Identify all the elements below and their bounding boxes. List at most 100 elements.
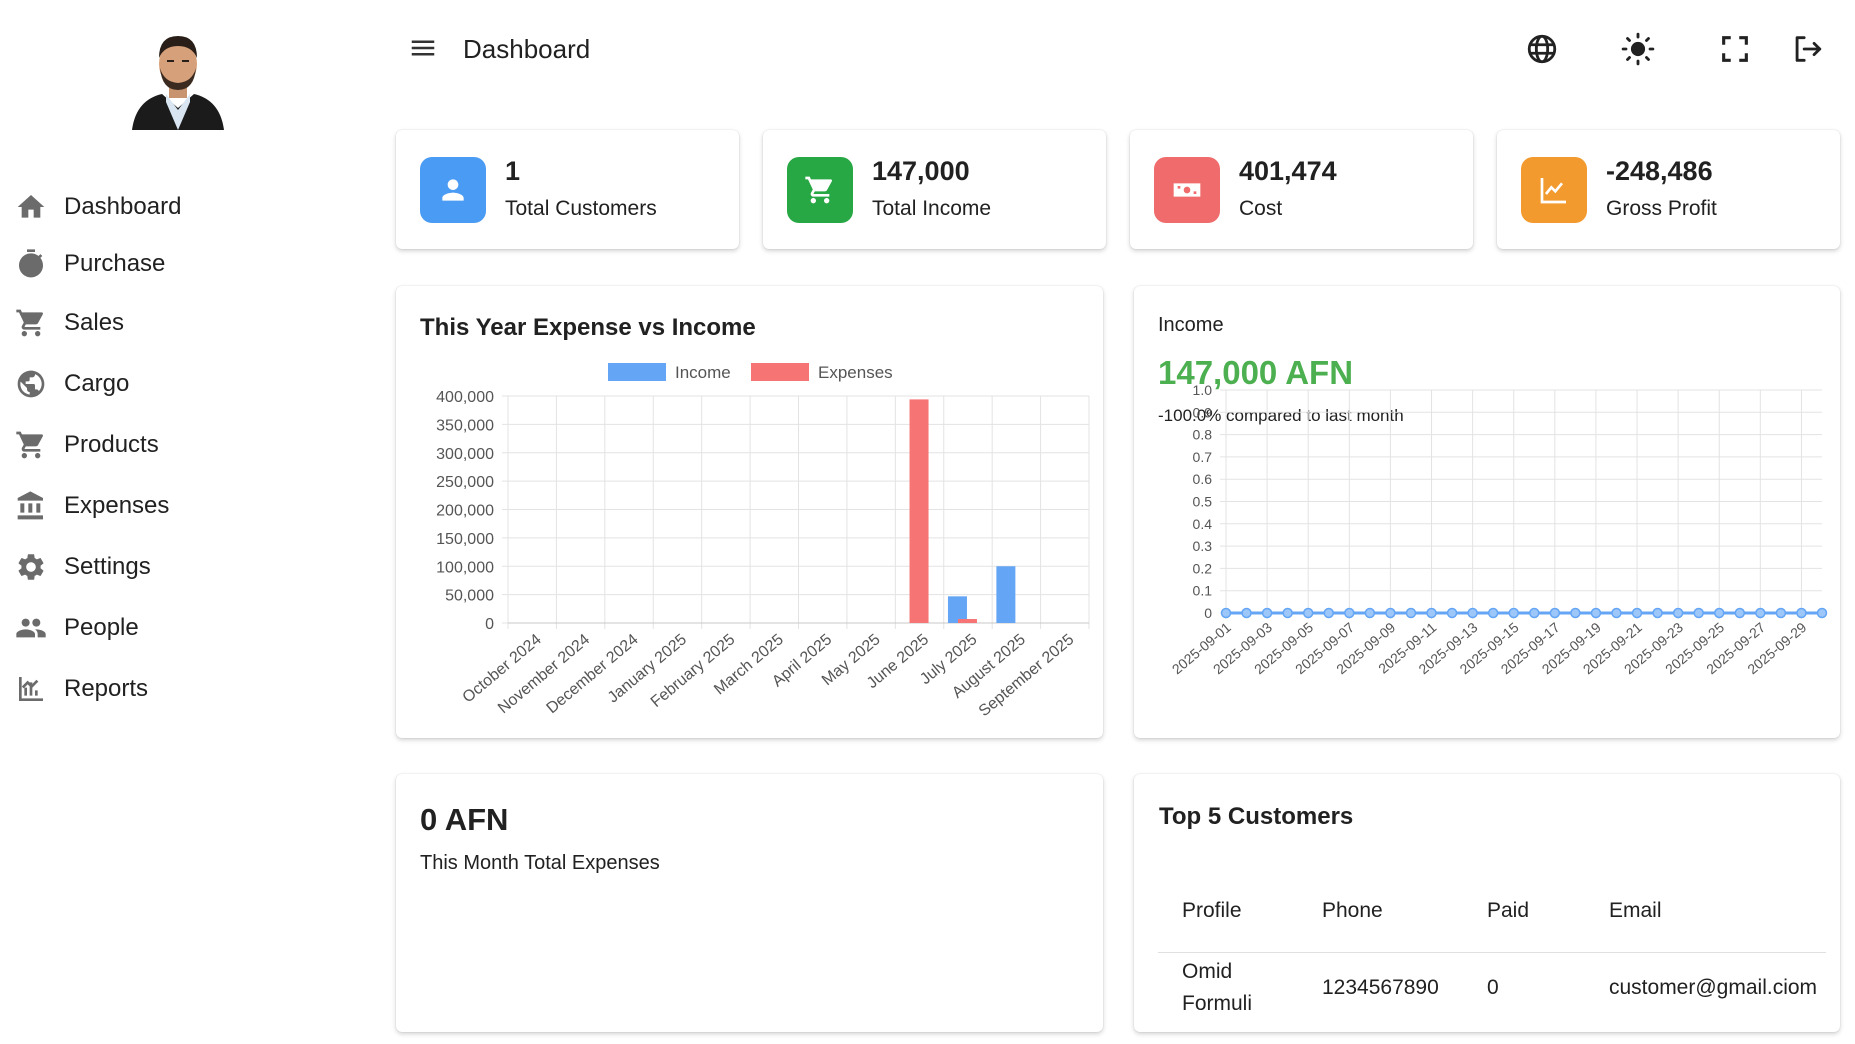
stat-label: Total Income xyxy=(872,197,992,220)
income-point xyxy=(1405,607,1417,619)
y-tick-label: 250,000 xyxy=(436,474,494,491)
income-point xyxy=(1693,607,1704,619)
bar-expenses xyxy=(957,619,977,623)
stat-value: 401,474 xyxy=(1239,156,1337,186)
profile-last-name: Formuli xyxy=(1182,992,1253,1016)
income-point xyxy=(1775,607,1787,619)
stat-card-gross-profit: -248,486 Gross Profit xyxy=(1497,130,1840,249)
globe-icon xyxy=(14,367,48,401)
sidebar-item-label: Purchase xyxy=(64,250,166,277)
y-tick-label: 0.6 xyxy=(1193,471,1213,487)
month-expenses-label: This Month Total Expenses xyxy=(420,852,660,874)
sidebar-item-expenses[interactable]: Expenses xyxy=(0,476,372,536)
income-point xyxy=(1755,607,1766,619)
money-icon xyxy=(1154,157,1220,223)
sidebar-item-label: Products xyxy=(64,431,159,458)
month-expenses-amount: 0 AFN xyxy=(420,802,509,837)
y-tick-label: 0.4 xyxy=(1193,516,1213,532)
sidebar-item-label: Sales xyxy=(64,309,125,336)
sidebar-item-settings[interactable]: Settings xyxy=(0,536,372,598)
bar-income xyxy=(996,566,1016,623)
customers-table: Profile Phone Paid Email Omid Formuli 12… xyxy=(1158,870,1826,1024)
legend-label-income: Income xyxy=(675,363,731,382)
y-tick-label: 400,000 xyxy=(436,389,494,406)
column-header-profile[interactable]: Profile xyxy=(1158,870,1298,953)
stat-label: Total Customers xyxy=(505,197,657,220)
fullscreen-icon[interactable] xyxy=(1718,32,1752,66)
income-point xyxy=(1261,607,1273,619)
income-point xyxy=(1446,607,1458,619)
income-point xyxy=(1467,607,1478,619)
legend-label-expenses: Expenses xyxy=(818,363,893,382)
sidebar-item-dashboard[interactable]: Dashboard xyxy=(0,178,372,236)
stat-card-cost: 401,474 Cost xyxy=(1130,130,1473,249)
income-point xyxy=(1344,607,1355,619)
column-header-email[interactable]: Email xyxy=(1585,870,1826,953)
menu-icon[interactable] xyxy=(408,33,438,63)
sidebar-item-label: Settings xyxy=(64,553,151,580)
income-point xyxy=(1796,607,1807,619)
avatar[interactable] xyxy=(132,28,224,130)
stat-value: 147,000 xyxy=(872,156,970,186)
y-tick-label: 150,000 xyxy=(436,531,494,548)
income-point xyxy=(1241,607,1252,619)
bar-income xyxy=(947,596,967,623)
income-point xyxy=(1302,607,1314,619)
income-point xyxy=(1570,607,1581,619)
sidebar: Dashboard Purchase Sales Cargo Products xyxy=(0,0,372,1044)
sidebar-item-people[interactable]: People xyxy=(0,598,372,658)
stat-value: 1 xyxy=(505,156,521,186)
sidebar-item-label: People xyxy=(64,614,139,641)
income-point xyxy=(1590,607,1602,619)
stat-value: -248,486 xyxy=(1606,156,1713,186)
expense-income-chart: Income Expenses 0 50,000 100,000 150,000 200,0… xyxy=(436,363,1090,720)
cart-icon xyxy=(14,428,48,462)
income-point xyxy=(1487,607,1499,619)
y-tick-label: 0.9 xyxy=(1193,404,1213,420)
top-customers-title: Top 5 Customers xyxy=(1159,803,1354,830)
cart-icon xyxy=(787,157,853,223)
theme-icon[interactable] xyxy=(1621,32,1655,66)
income-point xyxy=(1672,607,1684,619)
profile-first-name: Omid xyxy=(1182,960,1233,984)
column-header-paid[interactable]: Paid xyxy=(1463,870,1585,953)
chart-icon xyxy=(14,672,48,706)
legend-swatch-income xyxy=(608,363,666,381)
trend-icon xyxy=(1521,157,1587,223)
y-tick-label: 200,000 xyxy=(436,503,494,520)
sidebar-item-products[interactable]: Products xyxy=(0,414,372,476)
sidebar-item-label: Expenses xyxy=(64,492,170,519)
income-point xyxy=(1323,607,1335,619)
income-point xyxy=(1508,607,1519,619)
sidebar-item-cargo[interactable]: Cargo xyxy=(0,354,372,414)
income-line-chart: 00.10.20.30.40.50.60.70.80.91.02025-09-0… xyxy=(1169,382,1828,677)
y-tick-label: 50,000 xyxy=(445,588,494,605)
language-icon[interactable] xyxy=(1525,32,1559,66)
income-point xyxy=(1631,607,1643,619)
column-header-phone[interactable]: Phone xyxy=(1298,870,1463,953)
y-tick-label: 0.5 xyxy=(1193,494,1213,510)
y-tick-label: 0.3 xyxy=(1193,538,1213,554)
expense-income-panel: This Year Expense vs Income Income Expens… xyxy=(396,286,1103,738)
sidebar-item-reports[interactable]: Reports xyxy=(0,658,372,720)
income-point xyxy=(1734,607,1746,619)
income-panel: Income 147,000 AFN -100.0% compared to l… xyxy=(1134,286,1840,738)
logout-icon[interactable] xyxy=(1790,32,1824,66)
sidebar-item-sales[interactable]: Sales xyxy=(0,292,372,354)
y-tick-label: 300,000 xyxy=(436,446,494,463)
income-point xyxy=(1652,607,1663,619)
sidebar-item-purchase[interactable]: Purchase xyxy=(0,236,372,292)
sidebar-item-label: Cargo xyxy=(64,370,130,397)
income-point xyxy=(1426,607,1437,619)
page-title: Dashboard xyxy=(463,34,591,64)
income-point xyxy=(1220,607,1232,619)
y-tick-label: 0.1 xyxy=(1193,583,1213,599)
top-customers-panel: Top 5 Customers Profile Phone Paid Email… xyxy=(1134,774,1840,1032)
y-tick-label: 0.2 xyxy=(1193,560,1213,576)
user-icon xyxy=(420,157,486,223)
sidebar-item-label: Dashboard xyxy=(64,193,182,220)
stat-card-customers: 1 Total Customers xyxy=(396,130,739,249)
y-tick-label: 0.8 xyxy=(1193,427,1213,443)
table-row[interactable]: Omid Formuli 1234567890 0 customer@gmail… xyxy=(1158,952,1826,1024)
y-tick-label: 100,000 xyxy=(436,559,494,576)
